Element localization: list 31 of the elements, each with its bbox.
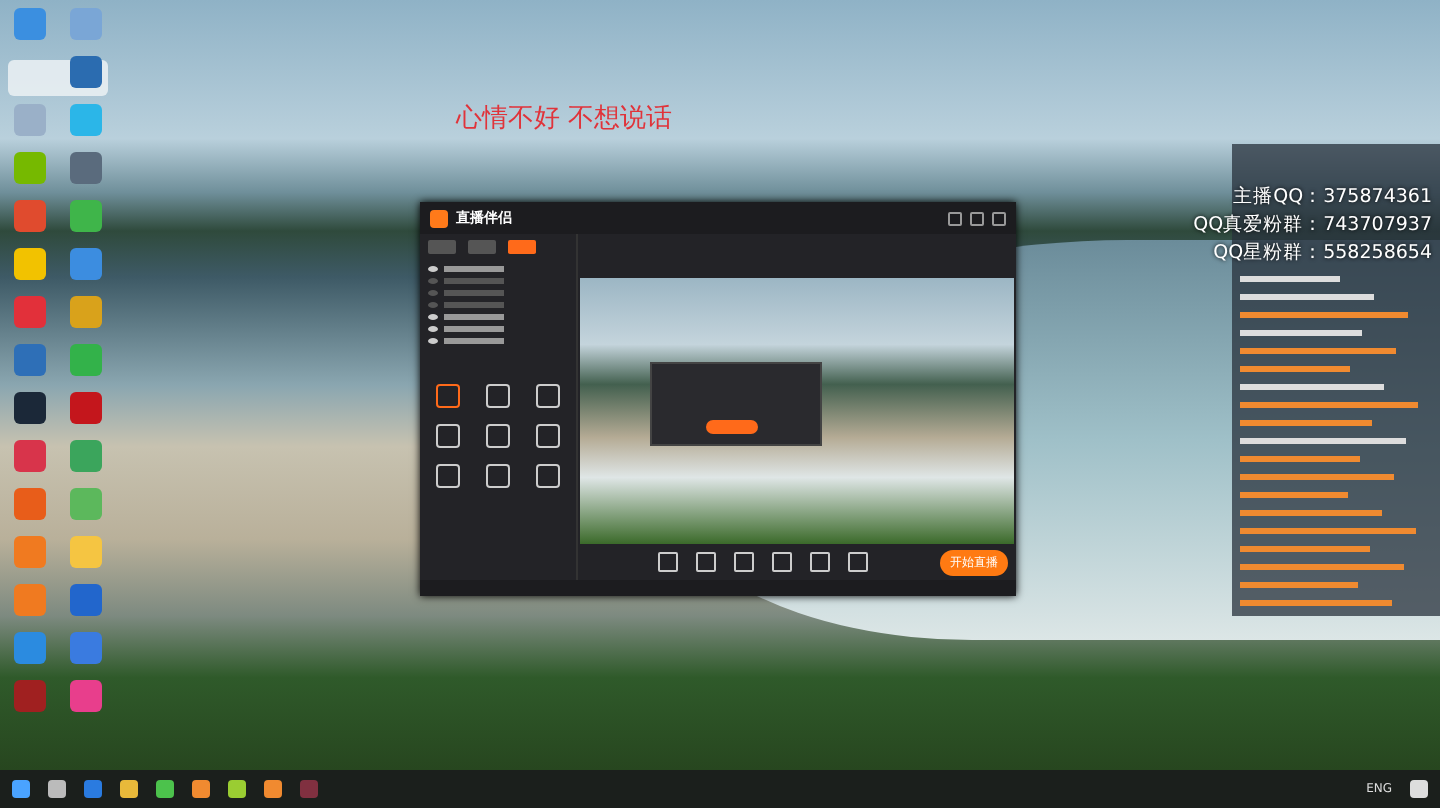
- eye-icon[interactable]: [428, 313, 438, 319]
- start-icon[interactable]: [12, 780, 30, 798]
- task-view-icon[interactable]: [48, 780, 66, 798]
- eye-icon[interactable]: [428, 325, 438, 331]
- scene-item[interactable]: [444, 313, 504, 319]
- qq-info-text: QQ星粉群：558258654: [1213, 240, 1432, 266]
- qq-info-text: QQ真爱粉群：743707937: [1193, 212, 1432, 238]
- eye-icon[interactable]: [428, 337, 438, 343]
- app-icon[interactable]: [14, 248, 46, 280]
- tool-icon[interactable]: [435, 424, 460, 448]
- tool-icon[interactable]: [485, 464, 510, 488]
- browser-icon[interactable]: [84, 780, 102, 798]
- tool-icon[interactable]: [435, 384, 460, 408]
- scene-item[interactable]: [444, 325, 504, 331]
- folder-icon[interactable]: [120, 780, 138, 798]
- eye-icon[interactable]: [428, 265, 438, 271]
- app-icon[interactable]: [14, 392, 46, 424]
- tool-icon[interactable]: [536, 424, 561, 448]
- overlay-text: 心情不好 不想说话: [456, 102, 673, 136]
- notification-icon[interactable]: [1410, 780, 1428, 798]
- tool-icon[interactable]: [536, 464, 561, 488]
- tool-icon[interactable]: [485, 384, 510, 408]
- scene-item[interactable]: [444, 265, 504, 271]
- dialog-button[interactable]: [706, 420, 758, 434]
- qq-info-text: 主播QQ：375874361: [1233, 184, 1432, 210]
- tool-icon[interactable]: [536, 384, 561, 408]
- tool-icon[interactable]: [485, 424, 510, 448]
- app-icon[interactable]: [70, 56, 102, 88]
- logo-icon: [430, 209, 448, 227]
- tool-icon[interactable]: [435, 464, 460, 488]
- scene-item[interactable]: [444, 337, 504, 343]
